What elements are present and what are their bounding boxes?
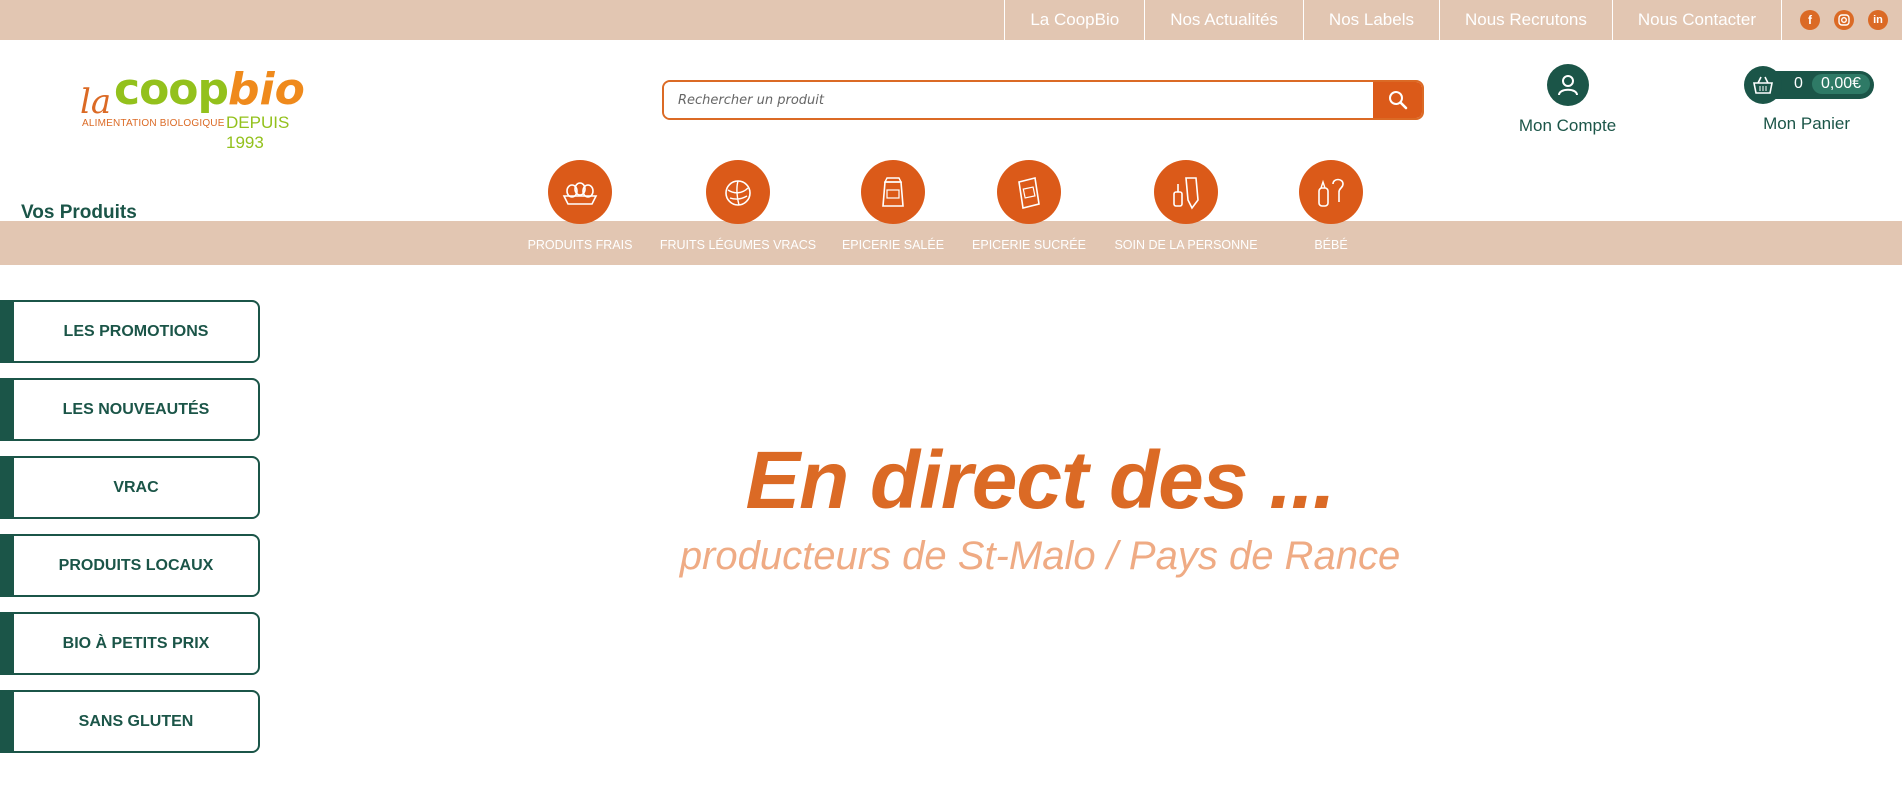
social-links: f in: [1800, 10, 1888, 30]
sidebar-item-nouveautes[interactable]: LES NOUVEAUTÉS: [0, 378, 260, 441]
user-icon: [1546, 64, 1589, 106]
cabbage-icon: [706, 160, 770, 224]
basket-icon: [1744, 66, 1782, 104]
logo-coop: coop: [114, 64, 229, 115]
top-nav-labels[interactable]: Nos Labels: [1302, 0, 1439, 40]
category-produits-frais[interactable]: PRODUITS FRAIS: [500, 160, 660, 252]
sidebar-item-label: PRODUITS LOCAUX: [58, 556, 214, 574]
sugar-box-icon: [997, 160, 1061, 224]
category-bebe[interactable]: BÉBÉ: [1251, 160, 1411, 252]
cart-count: 0: [1794, 75, 1803, 92]
eggs-icon: [548, 160, 612, 224]
hero-title: En direct des ...: [745, 435, 1335, 526]
category-epicerie-sucree[interactable]: EPICERIE SUCRÉE: [949, 160, 1109, 252]
cart-amount: 0,00€: [1812, 74, 1870, 94]
logo-la: la: [80, 82, 112, 122]
top-nav-recrutons[interactable]: Nous Recrutons: [1438, 0, 1612, 40]
site-logo[interactable]: la coop bio ALIMENTATION BIOLOGIQUE DEPU…: [80, 62, 330, 152]
cart-label: Mon Panier: [1763, 114, 1850, 133]
toiletries-icon: [1154, 160, 1218, 224]
top-nav-la-coopbio[interactable]: La CoopBio: [1004, 0, 1144, 40]
sidebar-item-label: LES NOUVEAUTÉS: [62, 400, 210, 418]
search-bar: [662, 80, 1424, 120]
category-label: SOIN DE LA PERSONNE: [1114, 238, 1258, 252]
baby-bottle-icon: [1299, 160, 1363, 224]
search-input[interactable]: [664, 82, 1373, 118]
category-label: FRUITS LÉGUMES VRACS: [659, 238, 817, 252]
sidebar: LES PROMOTIONS LES NOUVEAUTÉS VRAC PRODU…: [0, 300, 260, 768]
sidebar-item-vrac[interactable]: VRAC: [0, 456, 260, 519]
instagram-icon[interactable]: [1834, 10, 1854, 30]
logo-tagline: ALIMENTATION BIOLOGIQUE: [82, 118, 225, 129]
sidebar-item-label: VRAC: [113, 478, 159, 496]
hero-subtitle: producteurs de St-Malo / Pays de Rance: [679, 534, 1401, 578]
logo-bio: bio: [228, 64, 305, 115]
sidebar-item-label: SANS GLUTEN: [78, 712, 194, 730]
sidebar-item-label: BIO À PETITS PRIX: [62, 634, 210, 652]
logo-since: DEPUIS 1993: [226, 113, 290, 152]
top-nav-contacter[interactable]: Nous Contacter: [1611, 0, 1782, 40]
top-nav-actualites[interactable]: Nos Actualités: [1144, 0, 1303, 40]
account-label: Mon Compte: [1518, 116, 1617, 135]
sidebar-item-label: LES PROMOTIONS: [63, 322, 209, 340]
account-link[interactable]: Mon Compte: [1510, 64, 1625, 136]
search-button[interactable]: [1373, 82, 1422, 118]
sidebar-item-sans-gluten[interactable]: SANS GLUTEN: [0, 690, 260, 753]
category-label: EPICERIE SUCRÉE: [972, 238, 1086, 252]
category-label: PRODUITS FRAIS: [527, 238, 633, 252]
products-title: Vos Produits: [21, 202, 137, 223]
category-label: BÉBÉ: [1314, 238, 1348, 252]
facebook-icon[interactable]: f: [1800, 10, 1820, 30]
top-bar: La CoopBio Nos Actualités Nos Labels Nou…: [0, 0, 1902, 40]
sidebar-item-petits-prix[interactable]: BIO À PETITS PRIX: [0, 612, 260, 675]
salt-bag-icon: [861, 160, 925, 224]
sidebar-item-produits-locaux[interactable]: PRODUITS LOCAUX: [0, 534, 260, 597]
sidebar-item-promotions[interactable]: LES PROMOTIONS: [0, 300, 260, 363]
hero-banner: En direct des ... producteurs de St-Malo…: [620, 435, 1460, 578]
category-fruits-legumes[interactable]: FRUITS LÉGUMES VRACS: [658, 160, 818, 252]
category-soin-personne[interactable]: SOIN DE LA PERSONNE: [1106, 160, 1266, 252]
linkedin-icon[interactable]: in: [1868, 10, 1888, 30]
top-nav: La CoopBio Nos Actualités Nos Labels Nou…: [1004, 0, 1782, 40]
search-icon: [1388, 91, 1407, 110]
